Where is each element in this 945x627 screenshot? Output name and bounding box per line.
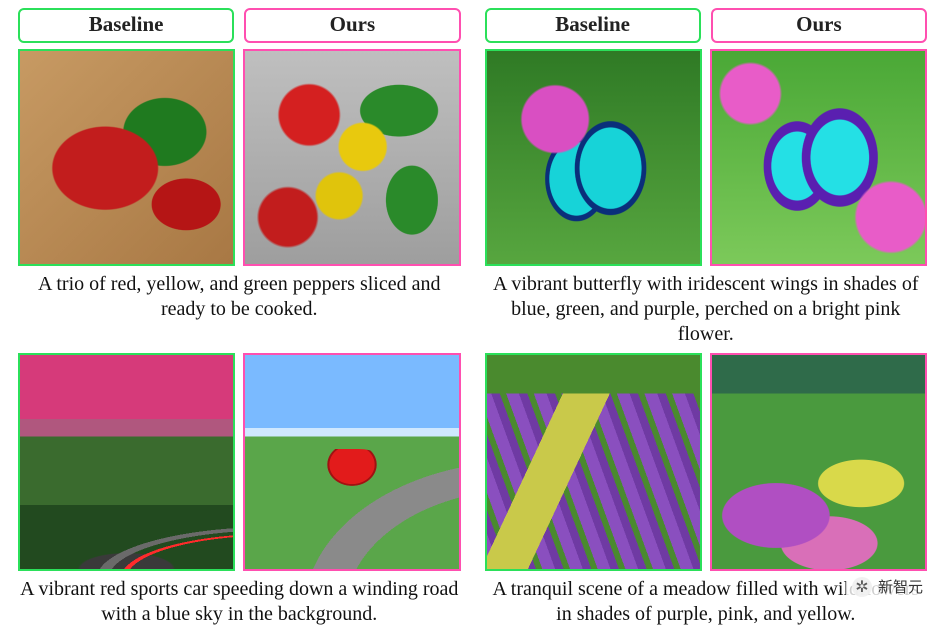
header-baseline: Baseline bbox=[485, 8, 701, 43]
image-pair bbox=[485, 353, 928, 570]
caption: A vibrant butterfly with iridescent wing… bbox=[485, 272, 928, 347]
image-pair bbox=[18, 49, 461, 266]
image-baseline-meadow bbox=[485, 353, 702, 570]
header-baseline: Baseline bbox=[18, 8, 234, 43]
caption: A vibrant red sports car speeding down a… bbox=[18, 577, 461, 627]
header-ours: Ours bbox=[711, 8, 927, 43]
column-headers-left: Baseline Ours bbox=[18, 8, 461, 43]
header-ours: Ours bbox=[244, 8, 460, 43]
image-baseline-peppers bbox=[18, 49, 235, 266]
image-pair bbox=[485, 49, 928, 266]
image-baseline-butterfly bbox=[485, 49, 702, 266]
caption: A trio of red, yellow, and green peppers… bbox=[18, 272, 461, 322]
column-headers-right: Baseline Ours bbox=[485, 8, 928, 43]
cell-row2-left: A vibrant red sports car speeding down a… bbox=[18, 353, 461, 626]
image-pair bbox=[18, 353, 461, 570]
comparison-grid: Baseline Ours A trio of red, yellow, and… bbox=[18, 8, 927, 627]
caption: A tranquil scene of a meadow filled with… bbox=[485, 577, 928, 627]
cell-row1-right: Baseline Ours A vibrant butterfly with i… bbox=[485, 8, 928, 347]
image-ours-car bbox=[243, 353, 460, 570]
image-ours-peppers bbox=[243, 49, 460, 266]
image-ours-butterfly bbox=[710, 49, 927, 266]
cell-row1-left: Baseline Ours A trio of red, yellow, and… bbox=[18, 8, 461, 347]
cell-row2-right: A tranquil scene of a meadow filled with… bbox=[485, 353, 928, 626]
image-ours-meadow bbox=[710, 353, 927, 570]
image-baseline-car bbox=[18, 353, 235, 570]
